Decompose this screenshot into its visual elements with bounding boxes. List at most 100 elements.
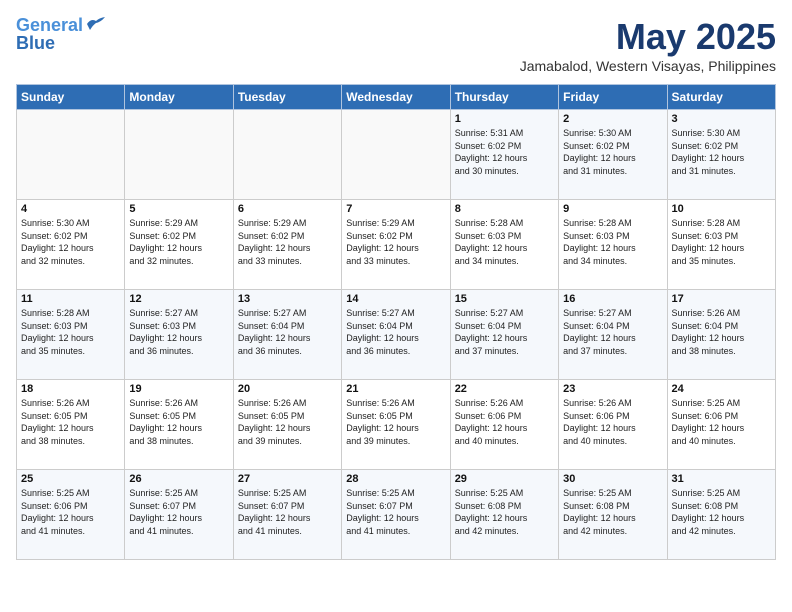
calendar-cell: 2Sunrise: 5:30 AMSunset: 6:02 PMDaylight…: [559, 110, 667, 200]
logo: GeneralBlue: [16, 16, 107, 52]
calendar-cell: 8 Sunrise: 5:28 AMSunset: 6:03 PMDaylight…: [450, 200, 558, 290]
day-info: Sunrise: 5:25 AMSunset: 6:06 PMDaylight:…: [672, 397, 771, 447]
day-info: Sunrise: 5:27 AMSunset: 6:03 PMDaylight:…: [129, 307, 228, 357]
page-header: GeneralBlue May 2025 Jamabalod, Western …: [16, 16, 776, 74]
week-row-1: 1 Sunrise: 5:31 AMSunset: 6:02 PMDaylight…: [17, 110, 776, 200]
day-number: 3: [672, 113, 771, 125]
day-number: 14: [346, 293, 445, 305]
day-info: Sunrise: 5:26 AMSunset: 6:05 PMDaylight:…: [21, 397, 120, 447]
location-subtitle: Jamabalod, Western Visayas, Philippines: [520, 58, 776, 74]
day-number: 5: [129, 203, 228, 215]
calendar-cell: 14 Sunrise: 5:27 AMSunset: 6:04 PMDayligh…: [342, 290, 450, 380]
day-number: 17: [672, 293, 771, 305]
calendar-cell: 25Sunrise: 5:25 AMSunset: 6:06 PMDayligh…: [17, 470, 125, 560]
day-info: Sunrise: 5:26 AMSunset: 6:04 PMDaylight:…: [672, 307, 771, 357]
day-info: Sunrise: 5:25 AMSunset: 6:07 PMDaylight:…: [238, 487, 337, 537]
calendar-cell: 29 Sunrise: 5:25 AMSunset: 6:08 PMDayligh…: [450, 470, 558, 560]
day-info: Sunrise: 5:30 AMSunset: 6:02 PMDaylight:…: [21, 217, 120, 267]
day-number: 10: [672, 203, 771, 215]
day-info: Sunrise: 5:25 AMSunset: 6:07 PMDaylight:…: [346, 487, 445, 537]
day-info: Sunrise: 5:27 AMSunset: 6:04 PMDaylight:…: [455, 307, 554, 357]
calendar-cell: 6 Sunrise: 5:29 AMSunset: 6:02 PMDaylight…: [233, 200, 341, 290]
day-number: 15: [455, 293, 554, 305]
calendar-cell: [342, 110, 450, 200]
calendar-cell: 18 Sunrise: 5:26 AMSunset: 6:05 PMDayligh…: [17, 380, 125, 470]
calendar-body: 1 Sunrise: 5:31 AMSunset: 6:02 PMDaylight…: [17, 110, 776, 560]
calendar-cell: 27 Sunrise: 5:25 AMSunset: 6:07 PMDayligh…: [233, 470, 341, 560]
day-info: Sunrise: 5:30 AMSunset: 6:02 PMDaylight:…: [672, 127, 771, 177]
day-info: Sunrise: 5:27 AMSunset: 6:04 PMDaylight:…: [563, 307, 662, 357]
calendar-cell: 21 Sunrise: 5:26 AMSunset: 6:05 PMDayligh…: [342, 380, 450, 470]
day-info: Sunrise: 5:25 AMSunset: 6:08 PMDaylight:…: [672, 487, 771, 537]
day-info: Sunrise: 5:28 AMSunset: 6:03 PMDaylight:…: [672, 217, 771, 267]
calendar-cell: 15 Sunrise: 5:27 AMSunset: 6:04 PMDayligh…: [450, 290, 558, 380]
calendar-cell: 3 Sunrise: 5:30 AMSunset: 6:02 PMDaylight…: [667, 110, 775, 200]
day-number: 1: [455, 113, 554, 125]
day-info: Sunrise: 5:25 AMSunset: 6:07 PMDaylight:…: [129, 487, 228, 537]
day-info: Sunrise: 5:25 AMSunset: 6:08 PMDaylight:…: [563, 487, 662, 537]
day-info: Sunrise: 5:25 AMSunset: 6:06 PMDaylight:…: [21, 487, 120, 537]
calendar-header: SundayMondayTuesdayWednesdayThursdayFrid…: [17, 85, 776, 110]
day-number: 28: [346, 473, 445, 485]
month-year-title: May 2025: [520, 16, 776, 58]
calendar-cell: 28 Sunrise: 5:25 AMSunset: 6:07 PMDayligh…: [342, 470, 450, 560]
week-row-5: 25Sunrise: 5:25 AMSunset: 6:06 PMDayligh…: [17, 470, 776, 560]
day-info: Sunrise: 5:27 AMSunset: 6:04 PMDaylight:…: [238, 307, 337, 357]
logo-bird-icon: [85, 16, 107, 32]
calendar-cell: 7 Sunrise: 5:29 AMSunset: 6:02 PMDaylight…: [342, 200, 450, 290]
header-wednesday: Wednesday: [342, 85, 450, 110]
day-info: Sunrise: 5:26 AMSunset: 6:05 PMDaylight:…: [346, 397, 445, 447]
day-info: Sunrise: 5:29 AMSunset: 6:02 PMDaylight:…: [346, 217, 445, 267]
calendar-cell: 9 Sunrise: 5:28 AMSunset: 6:03 PMDaylight…: [559, 200, 667, 290]
day-info: Sunrise: 5:28 AMSunset: 6:03 PMDaylight:…: [455, 217, 554, 267]
day-number: 23: [563, 383, 662, 395]
day-number: 18: [21, 383, 120, 395]
day-number: 11: [21, 293, 120, 305]
day-info: Sunrise: 5:26 AMSunset: 6:06 PMDaylight:…: [563, 397, 662, 447]
day-number: 27: [238, 473, 337, 485]
calendar-cell: 5 Sunrise: 5:29 AMSunset: 6:02 PMDaylight…: [125, 200, 233, 290]
calendar-cell: 11 Sunrise: 5:28 AMSunset: 6:03 PMDayligh…: [17, 290, 125, 380]
week-row-2: 4 Sunrise: 5:30 AMSunset: 6:02 PMDaylight…: [17, 200, 776, 290]
day-number: 29: [455, 473, 554, 485]
day-number: 4: [21, 203, 120, 215]
header-monday: Monday: [125, 85, 233, 110]
day-info: Sunrise: 5:28 AMSunset: 6:03 PMDaylight:…: [563, 217, 662, 267]
day-number: 7: [346, 203, 445, 215]
day-number: 30: [563, 473, 662, 485]
day-info: Sunrise: 5:27 AMSunset: 6:04 PMDaylight:…: [346, 307, 445, 357]
day-info: Sunrise: 5:28 AMSunset: 6:03 PMDaylight:…: [21, 307, 120, 357]
day-number: 9: [563, 203, 662, 215]
calendar-cell: [233, 110, 341, 200]
day-info: Sunrise: 5:26 AMSunset: 6:05 PMDaylight:…: [238, 397, 337, 447]
header-friday: Friday: [559, 85, 667, 110]
week-row-4: 18 Sunrise: 5:26 AMSunset: 6:05 PMDayligh…: [17, 380, 776, 470]
day-info: Sunrise: 5:25 AMSunset: 6:08 PMDaylight:…: [455, 487, 554, 537]
calendar-cell: 16Sunrise: 5:27 AMSunset: 6:04 PMDayligh…: [559, 290, 667, 380]
header-thursday: Thursday: [450, 85, 558, 110]
day-number: 6: [238, 203, 337, 215]
calendar-cell: 23 Sunrise: 5:26 AMSunset: 6:06 PMDayligh…: [559, 380, 667, 470]
day-info: Sunrise: 5:31 AMSunset: 6:02 PMDaylight:…: [455, 127, 554, 177]
day-number: 19: [129, 383, 228, 395]
calendar-cell: 24 Sunrise: 5:25 AMSunset: 6:06 PMDayligh…: [667, 380, 775, 470]
header-row: SundayMondayTuesdayWednesdayThursdayFrid…: [17, 85, 776, 110]
day-info: Sunrise: 5:29 AMSunset: 6:02 PMDaylight:…: [238, 217, 337, 267]
calendar-cell: 4 Sunrise: 5:30 AMSunset: 6:02 PMDaylight…: [17, 200, 125, 290]
day-number: 21: [346, 383, 445, 395]
day-number: 8: [455, 203, 554, 215]
calendar-cell: 13Sunrise: 5:27 AMSunset: 6:04 PMDayligh…: [233, 290, 341, 380]
day-number: 12: [129, 293, 228, 305]
day-info: Sunrise: 5:29 AMSunset: 6:02 PMDaylight:…: [129, 217, 228, 267]
day-number: 2: [563, 113, 662, 125]
title-block: May 2025 Jamabalod, Western Visayas, Phi…: [520, 16, 776, 74]
day-number: 26: [129, 473, 228, 485]
calendar-table: SundayMondayTuesdayWednesdayThursdayFrid…: [16, 84, 776, 560]
logo-text: GeneralBlue: [16, 16, 83, 52]
day-number: 22: [455, 383, 554, 395]
calendar-cell: 1 Sunrise: 5:31 AMSunset: 6:02 PMDaylight…: [450, 110, 558, 200]
day-number: 24: [672, 383, 771, 395]
calendar-cell: 31Sunrise: 5:25 AMSunset: 6:08 PMDayligh…: [667, 470, 775, 560]
calendar-cell: [125, 110, 233, 200]
header-sunday: Sunday: [17, 85, 125, 110]
